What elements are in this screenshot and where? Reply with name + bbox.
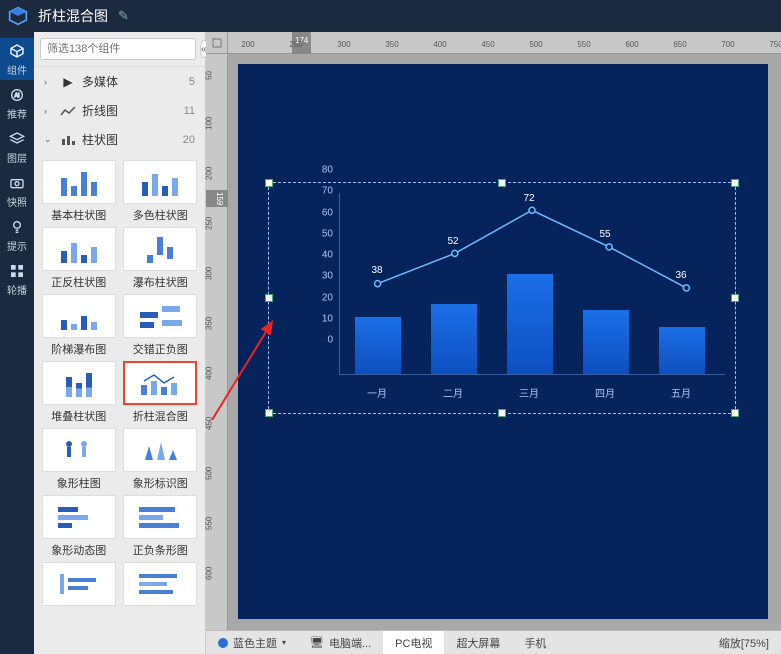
thumb-pictorial-marker[interactable]: 象形标识图 bbox=[122, 428, 200, 491]
thumb-bar-line-combo[interactable]: 折柱混合图 bbox=[122, 361, 200, 424]
device-preview[interactable]: 🖥 电脑端... bbox=[298, 631, 383, 654]
chevron-down-icon: ⌄ bbox=[44, 134, 54, 145]
resize-handle-tm[interactable] bbox=[498, 179, 506, 187]
chevron-down-icon: ▾ bbox=[282, 638, 286, 647]
thumb-waterfall-bar[interactable]: 瀑布柱状图 bbox=[122, 227, 200, 290]
ai-icon: AI bbox=[8, 86, 26, 104]
ruler-horizontal[interactable]: 174 200250300350400450500550600650700750 bbox=[228, 32, 781, 54]
bar-chart-icon bbox=[60, 133, 76, 147]
resize-handle-mr[interactable] bbox=[731, 294, 739, 302]
rail-layers[interactable]: 图层 bbox=[0, 126, 34, 168]
media-icon: ▶ bbox=[60, 75, 76, 89]
ruler-corner[interactable] bbox=[206, 32, 228, 54]
thumb-grid: 基本柱状图 多色柱状图 正反柱状图 瀑布柱状图 阶梯瀑布图 交错正负图 堆叠柱状… bbox=[34, 154, 205, 612]
tab-mobile[interactable]: 手机 bbox=[512, 631, 558, 654]
x-axis: 一月二月三月四月五月 bbox=[339, 379, 725, 403]
app-logo-icon bbox=[8, 6, 28, 26]
svg-text:AI: AI bbox=[14, 93, 19, 99]
rail-tips[interactable]: 提示 bbox=[0, 214, 34, 256]
design-stage[interactable]: 01020304050607080 一月二月三月四月五月 3852725536 bbox=[238, 64, 768, 619]
theme-selector[interactable]: 蓝色主题 ▾ bbox=[206, 631, 298, 654]
component-panel: « › ▶ 多媒体 5 › 折线图 11 ⌄ 柱状图 20 基本柱状图 多色柱状… bbox=[34, 32, 206, 654]
line-series bbox=[339, 193, 725, 366]
rail-label: 组件 bbox=[7, 62, 27, 77]
rail-recommend[interactable]: AI 推荐 bbox=[0, 82, 34, 124]
monitor-icon: 🖥 bbox=[310, 636, 324, 649]
theme-color-dot bbox=[218, 638, 228, 648]
bottom-bar: 蓝色主题 ▾ 🖥 电脑端... PC电视 超大屏幕 手机 缩放[75%] bbox=[206, 630, 781, 654]
y-axis: 01020304050607080 bbox=[303, 193, 333, 375]
zoom-display[interactable]: 缩放[75%] bbox=[707, 631, 781, 654]
rail-carousel[interactable]: 轮播 bbox=[0, 258, 34, 300]
resize-handle-tr[interactable] bbox=[731, 179, 739, 187]
layers-icon bbox=[8, 130, 26, 148]
search-row: « bbox=[34, 32, 205, 67]
rail-components[interactable]: 组件 bbox=[0, 38, 34, 80]
category-bar-chart[interactable]: ⌄ 柱状图 20 bbox=[34, 125, 205, 154]
ruler-vertical[interactable]: 159 50100200250300350400450500550600 bbox=[206, 54, 228, 630]
selected-chart-widget[interactable]: 01020304050607080 一月二月三月四月五月 3852725536 bbox=[268, 182, 736, 414]
category-list: › ▶ 多媒体 5 › 折线图 11 ⌄ 柱状图 20 基本柱状图 多色柱状图 … bbox=[34, 67, 205, 654]
resize-handle-bl[interactable] bbox=[265, 409, 273, 417]
thumb-multicolor-bar[interactable]: 多色柱状图 bbox=[122, 160, 200, 223]
chevron-right-icon: › bbox=[44, 106, 54, 116]
thumb-alt-posneg[interactable]: 交错正负图 bbox=[122, 294, 200, 357]
left-nav-rail: 组件 AI 推荐 图层 快照 提示 轮播 bbox=[0, 32, 34, 654]
resize-handle-bm[interactable] bbox=[498, 409, 506, 417]
page-title: 折柱混合图 bbox=[38, 6, 108, 26]
category-multimedia[interactable]: › ▶ 多媒体 5 bbox=[34, 67, 205, 96]
resize-handle-br[interactable] bbox=[731, 409, 739, 417]
cube-icon bbox=[8, 42, 26, 60]
rail-label: 图层 bbox=[7, 150, 27, 165]
tab-pc-tv[interactable]: PC电视 bbox=[383, 631, 444, 654]
rail-snapshot[interactable]: 快照 bbox=[0, 170, 34, 212]
thumb-pictorial-dynamic[interactable]: 象形动态图 bbox=[40, 495, 118, 558]
tab-large-screen[interactable]: 超大屏幕 bbox=[444, 631, 512, 654]
rail-label: 快照 bbox=[7, 194, 27, 209]
resize-handle-tl[interactable] bbox=[265, 179, 273, 187]
chevron-right-icon: › bbox=[44, 77, 54, 87]
thumb-extra-1[interactable] bbox=[40, 562, 118, 606]
camera-icon bbox=[8, 174, 26, 192]
line-chart-icon bbox=[60, 104, 76, 118]
resize-handle-ml[interactable] bbox=[265, 294, 273, 302]
thumb-posneg-bar[interactable]: 正反柱状图 bbox=[40, 227, 118, 290]
thumb-step-waterfall[interactable]: 阶梯瀑布图 bbox=[40, 294, 118, 357]
thumb-basic-bar[interactable]: 基本柱状图 bbox=[40, 160, 118, 223]
rail-label: 提示 bbox=[7, 238, 27, 253]
ruler-v-marker: 159 bbox=[206, 190, 228, 207]
thumb-pictorial-bar[interactable]: 象形柱图 bbox=[40, 428, 118, 491]
bulb-icon bbox=[8, 218, 26, 236]
bar-line-chart: 01020304050607080 一月二月三月四月五月 3852725536 bbox=[309, 193, 725, 403]
search-input[interactable] bbox=[40, 38, 196, 60]
thumb-stacked-bar[interactable]: 堆叠柱状图 bbox=[40, 361, 118, 424]
edit-title-icon[interactable]: ✎ bbox=[118, 8, 129, 24]
category-line-chart[interactable]: › 折线图 11 bbox=[34, 96, 205, 125]
rail-label: 推荐 bbox=[7, 106, 27, 121]
rail-label: 轮播 bbox=[7, 282, 27, 297]
top-bar: 折柱混合图 ✎ bbox=[0, 0, 781, 32]
thumb-posneg-hbar[interactable]: 正负条形图 bbox=[122, 495, 200, 558]
grid-icon bbox=[8, 262, 26, 280]
thumb-extra-2[interactable] bbox=[122, 562, 200, 606]
canvas-area: 174 200250300350400450500550600650700750… bbox=[206, 32, 781, 630]
